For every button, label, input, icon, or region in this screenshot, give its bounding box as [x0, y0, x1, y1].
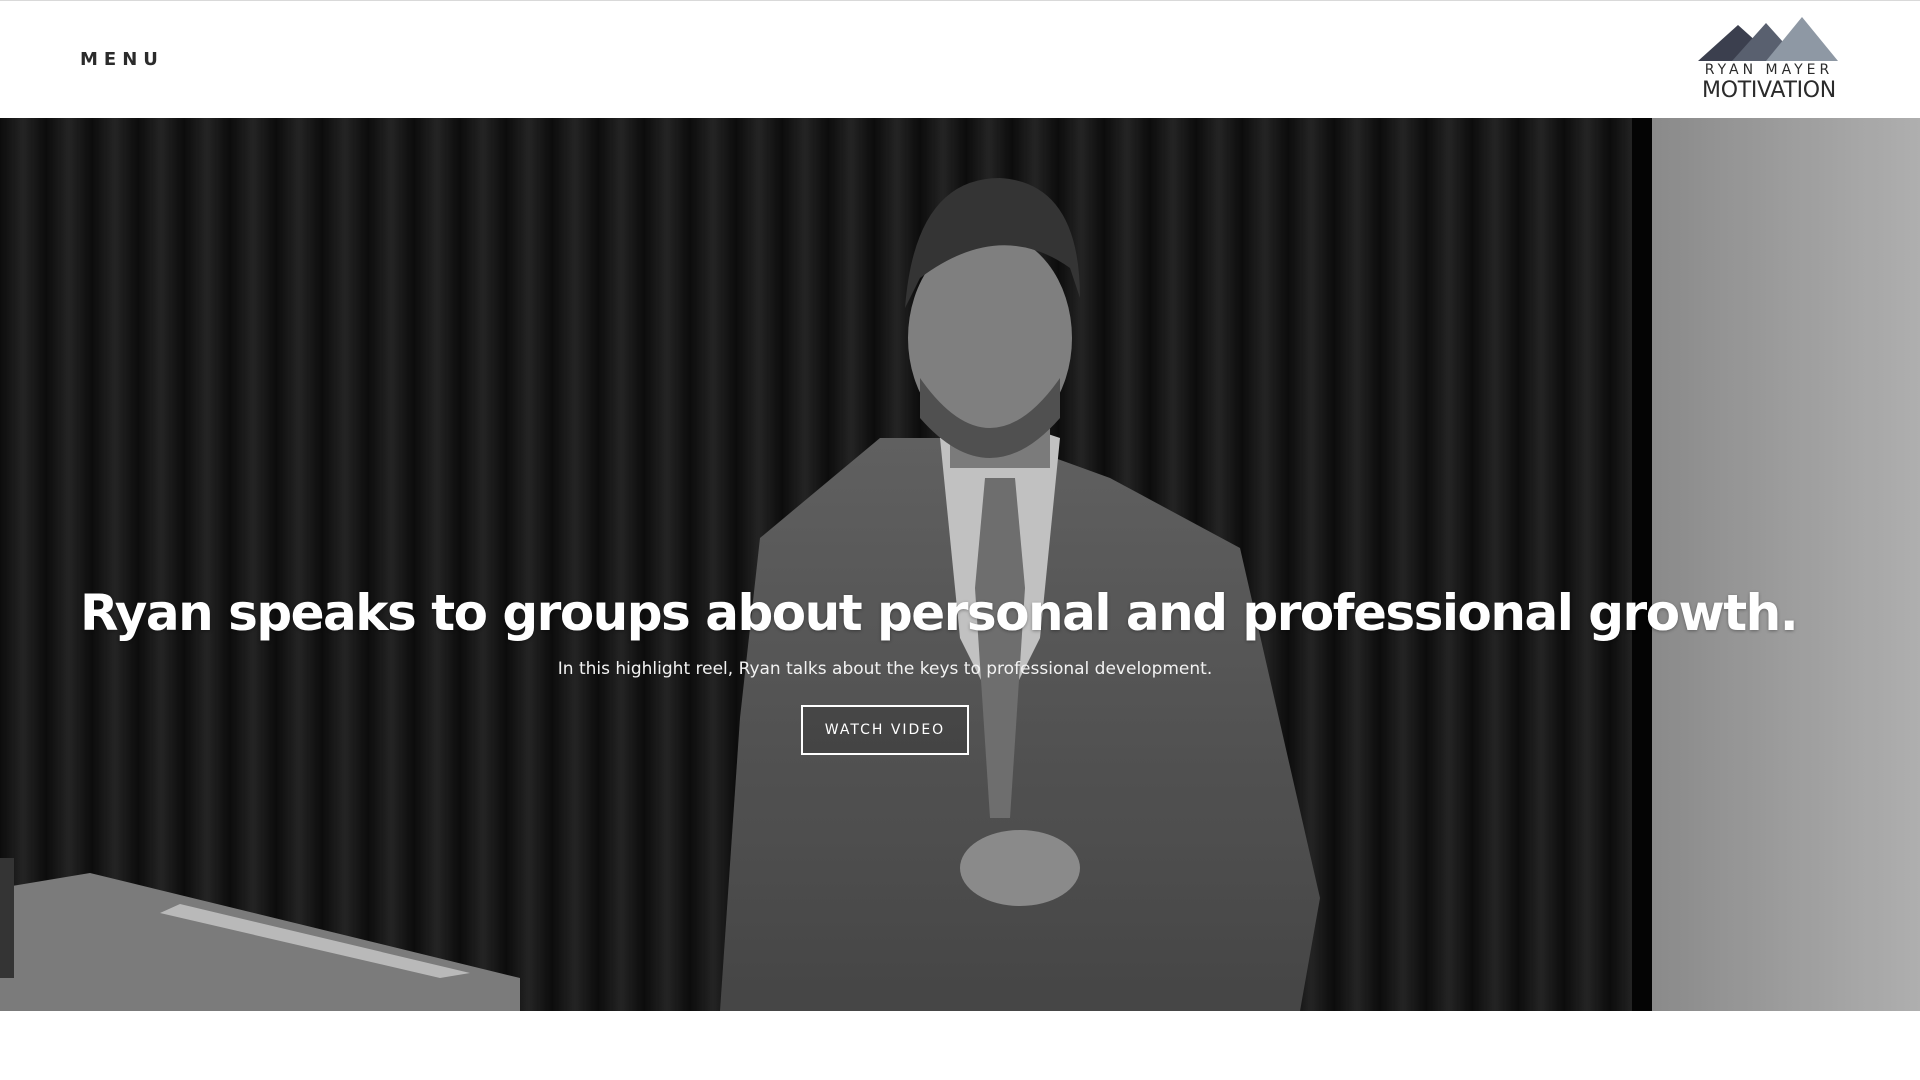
site-logo[interactable]: RYAN MAYER MOTIVATION: [1694, 17, 1844, 107]
page-bottom-spacer: [0, 1011, 1920, 1080]
hero-subtitle: In this highlight reel, Ryan talks about…: [557, 659, 1213, 679]
mountain-logo-icon: [1698, 17, 1838, 61]
logo-text-bottom: MOTIVATION: [1702, 78, 1836, 103]
site-header: MENU RYAN MAYER MOTIVATION: [0, 0, 1920, 118]
logo-text-top: RYAN MAYER: [1704, 62, 1834, 78]
hero-title: Ryan speaks to groups about personal and…: [80, 583, 1799, 642]
hero-background-image: [0, 118, 1920, 1011]
watch-video-button[interactable]: WATCH VIDEO: [801, 705, 969, 755]
hero-section: Ryan speaks to groups about personal and…: [0, 118, 1920, 1011]
menu-button[interactable]: MENU: [80, 49, 164, 71]
